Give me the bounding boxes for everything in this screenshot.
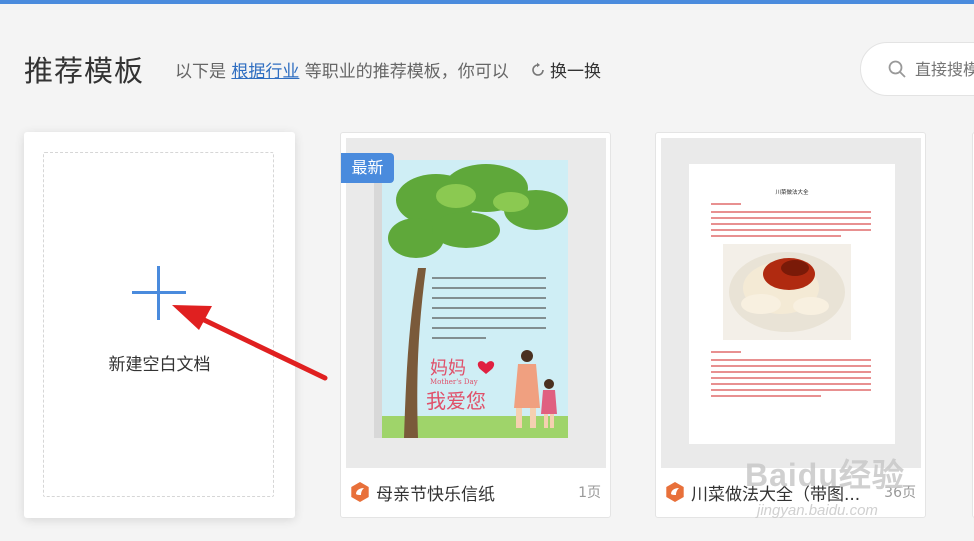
search-input[interactable] [915, 59, 974, 79]
mothers-day-preview-image: 妈妈 Mother's Day 我爱您 [374, 160, 568, 438]
refresh-button[interactable]: 换一换 [530, 57, 601, 82]
new-blank-document-card[interactable]: 新建空白文档 [24, 132, 295, 518]
wps-writer-icon [666, 482, 684, 502]
subtitle-suffix: 等职业的推荐模板，你可以 [299, 62, 509, 82]
plus-icon [132, 266, 186, 320]
search-icon [888, 60, 906, 78]
wps-writer-icon [351, 482, 369, 502]
recipe-preview-image: 川菜做法大全 [689, 164, 895, 444]
template-card-footer: 母亲节快乐信纸 1页 [341, 467, 610, 517]
recipe-doc-heading: 川菜做法大全 [775, 188, 809, 196]
refresh-icon [532, 62, 544, 76]
search-box[interactable] [860, 42, 974, 96]
blank-card-dashed-area [43, 152, 274, 497]
new-blank-document-label: 新建空白文档 [108, 355, 211, 375]
watermark-url: jingyan.baidu.com [757, 502, 878, 519]
new-badge: 最新 [341, 153, 394, 183]
subtitle-prefix: 以下是 [175, 62, 232, 82]
page-title: 推荐模板 [24, 54, 145, 88]
letter-love-text: 我爱您 [426, 389, 486, 413]
baidu-watermark: Baidu经验 jingyan.baidu.com [745, 450, 925, 538]
subtitle: 以下是 根据行业 等职业的推荐模板，你可以 [175, 57, 509, 82]
template-title: 母亲节快乐信纸 [376, 484, 495, 505]
template-thumbnail: 川菜做法大全 [661, 138, 921, 468]
template-thumbnail: 妈妈 Mother's Day 我爱您 [346, 138, 606, 468]
watermark-main-text: Baidu经验 [745, 457, 905, 493]
template-card-mothers-day[interactable]: 妈妈 Mother's Day 我爱您 最新 母亲节快乐信纸 1页 [340, 132, 611, 518]
template-page-count: 1页 [578, 485, 601, 501]
refresh-label: 换一换 [550, 62, 601, 82]
industry-link[interactable]: 根据行业 [231, 62, 299, 82]
letter-subtitle: Mother's Day [430, 378, 478, 386]
letter-title: 妈妈 [430, 358, 466, 379]
header: 推荐模板 以下是 根据行业 等职业的推荐模板，你可以 换一换 [0, 0, 974, 110]
